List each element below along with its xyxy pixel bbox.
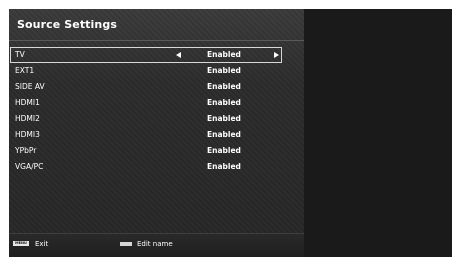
source-row-hdmi1[interactable]: HDMI1 Enabled	[11, 95, 281, 110]
source-row-vga-pc[interactable]: VGA/PC Enabled	[11, 159, 281, 174]
arrow-right-icon[interactable]	[274, 52, 279, 58]
source-name: SIDE AV	[15, 82, 45, 91]
source-value: Enabled	[207, 82, 241, 91]
source-value: Enabled	[207, 98, 241, 107]
menu-key-icon[interactable]: MENU	[13, 241, 29, 246]
source-value: Enabled	[207, 146, 241, 155]
tv-screen: Source Settings TV Enabled EXT1 Enabled …	[9, 9, 452, 257]
source-row-hdmi3[interactable]: HDMI3 Enabled	[11, 127, 281, 142]
source-name: EXT1	[15, 66, 35, 75]
source-name: YPbPr	[15, 146, 37, 155]
source-name: HDMI1	[15, 98, 40, 107]
source-row-hdmi2[interactable]: HDMI2 Enabled	[11, 111, 281, 126]
source-value: Enabled	[207, 114, 241, 123]
exit-label: Exit	[35, 240, 49, 248]
page-title: Source Settings	[17, 18, 117, 31]
source-value: Enabled	[207, 130, 241, 139]
edit-name-label: Edit name	[137, 240, 173, 248]
title-divider	[9, 40, 304, 41]
footer-divider	[9, 233, 304, 234]
background-area	[304, 9, 452, 257]
source-row-side-av[interactable]: SIDE AV Enabled	[11, 79, 281, 94]
source-value: Enabled	[207, 162, 241, 171]
source-name: TV	[15, 50, 25, 59]
source-settings-panel: Source Settings TV Enabled EXT1 Enabled …	[9, 9, 304, 257]
source-name: HDMI2	[15, 114, 40, 123]
source-name: VGA/PC	[15, 162, 44, 171]
arrow-left-icon[interactable]	[176, 52, 181, 58]
source-value: Enabled	[207, 50, 241, 59]
source-value: Enabled	[207, 66, 241, 75]
source-name: HDMI3	[15, 130, 40, 139]
source-row-ypbpr[interactable]: YPbPr Enabled	[11, 143, 281, 158]
source-row-ext1[interactable]: EXT1 Enabled	[11, 63, 281, 78]
footer-bar: MENU Exit Edit name	[9, 233, 304, 257]
grey-key-icon[interactable]	[120, 242, 132, 246]
source-row-tv[interactable]: TV Enabled	[10, 47, 282, 63]
